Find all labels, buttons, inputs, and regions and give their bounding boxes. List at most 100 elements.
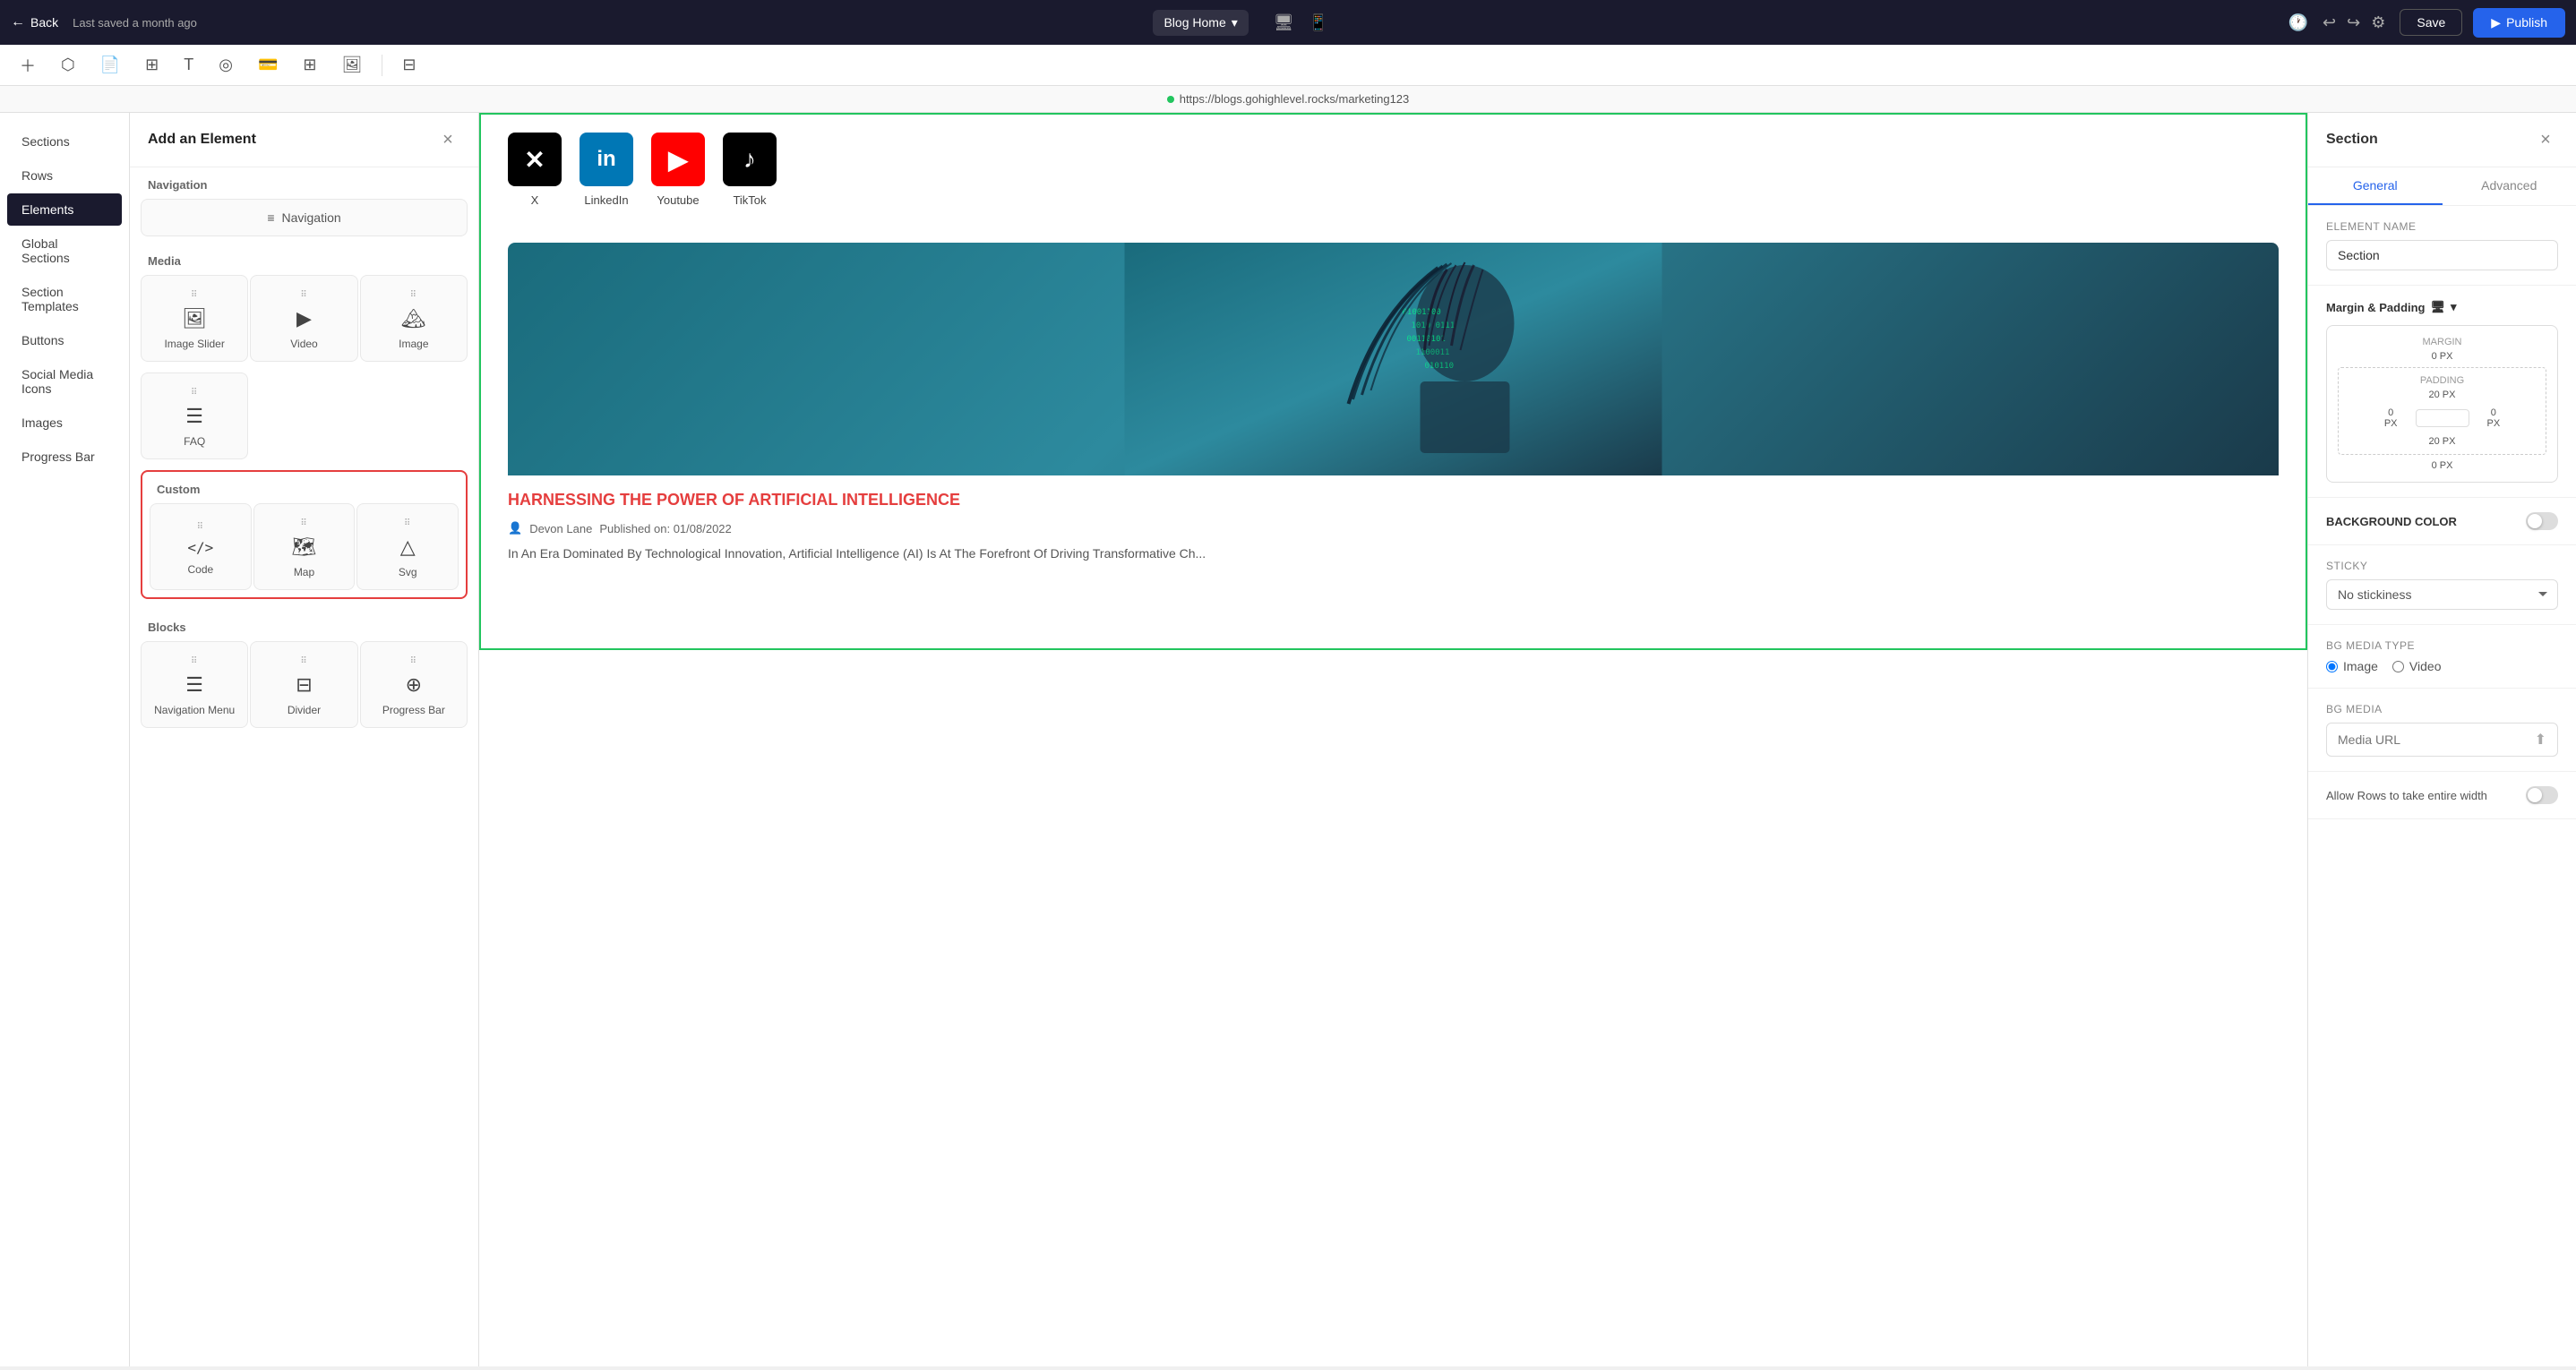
tiktok-label: TikTok [733,193,766,207]
padding-right-value: 0 [2491,407,2496,418]
redo-icon[interactable]: ↪ [2343,10,2364,36]
grid-icon[interactable]: ⊞ [297,52,322,78]
dots-decoration: ⠿ [410,656,417,666]
blog-image-svg: 01001100 1010 0111 00110101 1100011 0101… [508,243,2279,475]
navigation-menu-label: Navigation Menu [154,704,235,716]
navigation-section-label: Navigation [130,167,478,199]
padding-center-input[interactable] [2416,409,2469,427]
faq-element[interactable]: ⠿ ☰ FAQ [141,372,248,459]
save-button[interactable]: Save [2400,9,2462,36]
main-layout: Sections Rows Elements Global Sections S… [0,113,2576,1366]
panel-close-button[interactable]: × [435,127,460,152]
padding-bottom-value: 20 PX [2429,436,2456,447]
upload-icon[interactable]: ⬆ [2535,731,2546,749]
video-element[interactable]: ⠿ ▶ Video [250,275,357,362]
padding-left-value: 0 [2388,407,2393,418]
sidebar-item-elements[interactable]: Elements [7,193,122,226]
allow-rows-section: Allow Rows to take entire width [2308,772,2576,819]
layout-icon[interactable]: ⊟ [397,52,421,78]
sidebar-item-progress-bar[interactable]: Progress Bar [7,441,122,473]
sidebar-item-buttons[interactable]: Buttons [7,324,122,356]
sticky-label: Sticky [2326,560,2558,572]
blocks-element-grid: ⠿ ☰ Navigation Menu ⠿ ⊟ Divider ⠿ ⊕ Prog… [130,641,478,739]
back-button[interactable]: ← Back [11,14,58,30]
toolbar: ＋ ⬡ 📄 ⊞ T ◎ 💳 ⊞ 🖼 ⊟ [0,45,2576,86]
navigation-menu-element[interactable]: ⠿ ☰ Navigation Menu [141,641,248,728]
image-radio-label[interactable]: Image [2326,659,2378,673]
panel-title: Add an Element [148,132,256,148]
right-panel-close-button[interactable]: × [2533,127,2558,152]
dots-decoration: ⠿ [191,388,198,398]
image2-icon[interactable]: 🖼 [336,52,367,78]
blog-home-label: Blog Home [1163,15,1225,30]
sidebar-item-social-media-icons[interactable]: Social Media Icons [7,358,122,405]
sidebar-item-global-sections[interactable]: Global Sections [7,227,122,274]
tab-advanced[interactable]: Advanced [2443,167,2576,205]
tiktok-icon: ♪ [723,133,777,186]
shape-icon[interactable]: ◎ [213,52,238,78]
image-radio[interactable] [2326,661,2338,672]
element-name-input[interactable] [2326,240,2558,270]
settings-icon[interactable]: ⚙ [2367,10,2389,36]
svg-icon: △ [400,535,416,559]
image-element[interactable]: ⠿ 🏔 Image [360,275,468,362]
text-icon[interactable]: T [178,52,199,78]
add-icon[interactable]: ＋ [14,50,41,81]
mobile-icon[interactable]: 📱 [1305,10,1332,36]
youtube-label: Youtube [657,193,699,207]
publish-label: Publish [2506,15,2547,30]
code-icon: </> [187,539,213,556]
sidebar-item-section-templates[interactable]: Section Templates [7,276,122,322]
tab-general[interactable]: General [2308,167,2443,205]
publish-button[interactable]: ▶ Publish [2473,8,2565,38]
map-element[interactable]: ⠿ 🗺 Map [253,503,356,590]
dots-decoration: ⠿ [191,290,198,300]
svg-element[interactable]: ⠿ △ Svg [356,503,459,590]
toggle-knob-2 [2528,788,2542,802]
top-bar-right: 🕐 ↩ ↪ ⚙ Save ▶ Publish [2288,8,2565,38]
top-bar-left: ← Back Last saved a month ago [11,14,197,30]
image-slider-element[interactable]: ⠿ 🖼 Image Slider [141,275,248,362]
top-bar: ← Back Last saved a month ago Blog Home … [0,0,2576,45]
padding-inner-box: PADDING 20 PX 0 PX 0 PX 20 PX [2338,367,2546,455]
sticky-select[interactable]: No stickiness [2326,579,2558,610]
margin-padding-label: Margin & Padding [2326,301,2426,314]
margin-padding-box: MARGIN 0 PX PADDING 20 PX 0 PX 0 PX [2326,325,2558,483]
bg-color-toggle[interactable] [2526,512,2558,530]
dots-decoration: ⠿ [300,290,307,300]
custom-section: Custom ⠿ </> Code ⠿ 🗺 Map ⠿ △ Svg [141,470,468,599]
credit-card-icon[interactable]: 💳 [253,52,283,78]
navigation-element-item[interactable]: ≡ Navigation [141,199,468,236]
pages-icon[interactable]: 📄 [95,52,125,78]
code-element[interactable]: ⠿ </> Code [150,503,252,590]
margin-value-top: 0 PX [2338,351,2546,362]
progress-bar-element[interactable]: ⠿ ⊕ Progress Bar [360,641,468,728]
divider-element[interactable]: ⠿ ⊟ Divider [250,641,357,728]
x-icon: ✕ [508,133,562,186]
sidebar-item-rows[interactable]: Rows [7,159,122,192]
media-url-input[interactable] [2338,732,2528,747]
padding-right-side: 0 PX [2487,407,2501,429]
dots-decoration: ⠿ [404,518,411,528]
blog-home-selector[interactable]: Blog Home ▾ [1153,10,1248,36]
linkedin-social-icon-box: in LinkedIn [580,133,633,207]
video-radio-label[interactable]: Video [2392,659,2442,673]
media-section-label: Media [130,244,478,275]
bg-media-label: BG Media [2326,703,2558,715]
sections-icon[interactable]: ⊞ [140,52,164,78]
faq-icon: ☰ [185,405,203,428]
sidebar-item-images[interactable]: Images [7,407,122,439]
history-icon[interactable]: 🕐 [2288,13,2308,32]
allow-rows-label: Allow Rows to take entire width [2326,789,2487,802]
allow-rows-toggle[interactable] [2526,786,2558,804]
video-radio[interactable] [2392,661,2404,672]
image-slider-label: Image Slider [164,338,224,350]
desktop-icon[interactable]: 🖥 [1270,10,1298,36]
dots-decoration: ⠿ [300,518,307,528]
sidebar-item-sections[interactable]: Sections [7,125,122,158]
bg-media-type-label: BG Media Type [2326,639,2558,652]
margin-padding-section: Margin & Padding 🖥 ▾ MARGIN 0 PX PADDING… [2308,286,2576,498]
image-radio-text: Image [2343,659,2378,673]
layers-icon[interactable]: ⬡ [56,52,81,78]
undo-icon[interactable]: ↩ [2319,10,2340,36]
